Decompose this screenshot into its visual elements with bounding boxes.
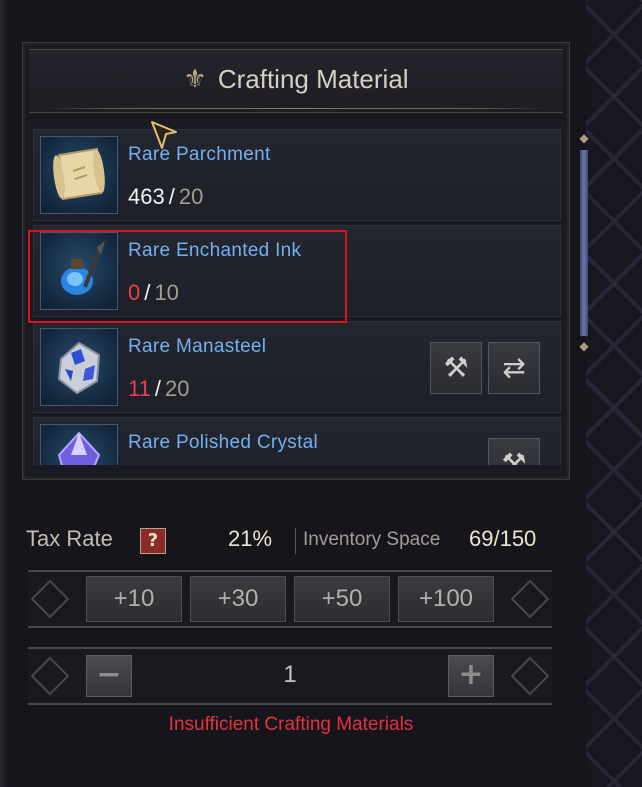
fleur-de-lis-icon: ⚜ [183,64,207,95]
material-row-rare-enchanted-ink[interactable]: Rare Enchanted Ink 0/10 [33,225,561,317]
ink-bottle-icon [40,232,118,310]
material-have: 11 [128,376,151,401]
scroll-up-cap-icon: ◆ [579,131,589,145]
insufficient-materials-warning: Insufficient Crafting Materials [168,714,414,735]
header-divider [41,108,551,109]
crafting-material-panel: ⚜ Crafting Material Rare Parchment 463/2… [22,42,570,480]
craft-hammer-icon: ⚒ [443,351,469,384]
material-count: 463/20 [128,184,203,210]
material-row-rare-manasteel[interactable]: Rare Manasteel 11/20 ⚒ ⇄ [33,321,561,413]
add-50-button[interactable]: +50 [294,576,390,622]
polished-crystal-icon [40,424,118,465]
material-have: 0 [128,280,141,305]
material-name: Rare Manasteel [128,336,267,357]
count-separator: / [168,184,175,209]
manasteel-crystal-icon [40,328,118,406]
craft-button[interactable]: ⚒ [488,438,540,465]
panel-header: ⚜ Crafting Material [29,49,563,113]
exchange-button[interactable]: ⇄ [488,342,540,394]
quick-add-bar: +10 +30 +50 +100 [28,570,552,628]
material-count: 0/10 [128,280,179,306]
right-lattice-decoration [586,0,642,787]
material-name: Rare Polished Crystal [128,432,319,453]
stat-divider [295,528,296,554]
tax-help-button[interactable]: ? [140,528,166,554]
craft-hammer-icon: ⚒ [501,447,527,465]
material-need: 20 [178,184,204,209]
panel-title: Crafting Material [217,64,409,94]
quantity-stepper: − 1 + [28,647,552,705]
left-border-decoration [0,0,8,787]
exchange-arrows-icon: ⇄ [502,351,526,384]
material-row-rare-parchment[interactable]: Rare Parchment 463/20 [33,129,561,221]
frame-ornament-left-icon [30,579,70,619]
parchment-scroll-icon [40,136,118,214]
mouse-cursor-icon [151,121,177,149]
material-count: 11/20 [128,376,189,402]
inventory-space-label: Inventory Space [303,529,441,550]
tax-rate-value: 21% [228,526,273,551]
inventory-space-value: 69/150 [469,526,537,551]
scroll-down-cap-icon: ◆ [579,339,589,353]
scrollbar[interactable]: ◆ ◆ [578,132,590,354]
scrollbar-thumb[interactable] [580,150,588,336]
material-row-rare-polished-crystal[interactable]: Rare Polished Crystal ⚒ [33,417,561,465]
material-name: Rare Enchanted Ink [128,240,302,261]
material-have: 463 [128,184,165,209]
material-list[interactable]: Rare Parchment 463/20 Rare Enchanted Ink… [33,129,563,465]
count-separator: / [144,280,151,305]
material-need: 20 [164,376,190,401]
add-10-button[interactable]: +10 [86,576,182,622]
tax-rate-label: Tax Rate [26,526,113,551]
add-30-button[interactable]: +30 [190,576,286,622]
increase-quantity-button[interactable]: + [448,655,494,697]
frame-ornament-right-icon [510,579,550,619]
craft-button[interactable]: ⚒ [430,342,482,394]
material-need: 10 [154,280,179,305]
count-separator: / [154,376,161,401]
add-100-button[interactable]: +100 [398,576,494,622]
